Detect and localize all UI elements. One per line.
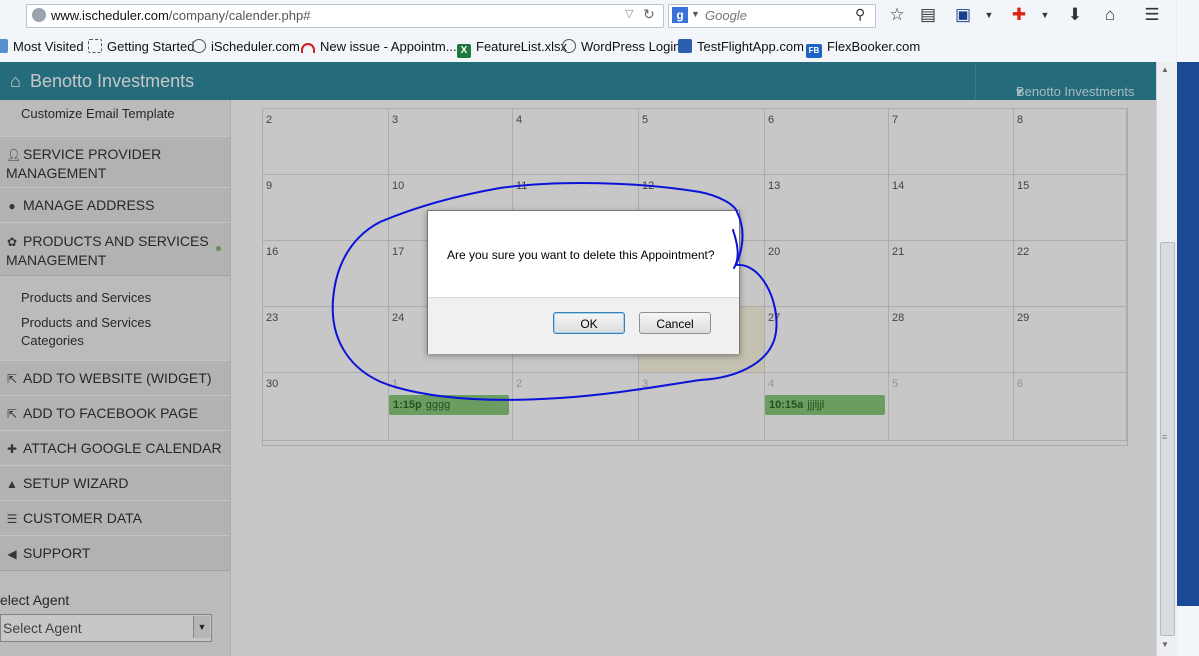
bookmark-label: New issue - Appointm...: [320, 39, 457, 54]
bookmark-label: WordPress Login: [581, 39, 681, 54]
bookmark-page-icon: [0, 39, 8, 53]
browser-toolbar: www.ischeduler.com/company/calender.php#…: [0, 0, 1176, 63]
cancel-button[interactable]: Cancel: [639, 312, 711, 334]
dialog-message: Are you sure you want to delete this App…: [447, 248, 715, 262]
ok-button[interactable]: OK: [553, 312, 625, 334]
page-scrollbar[interactable]: ▲ ≡ ▼: [1156, 62, 1177, 656]
bookmark-label: Getting Started: [107, 39, 195, 54]
url-history-dropdown-icon[interactable]: ▽: [625, 7, 633, 20]
menu-hamburger-icon[interactable]: ☰: [1141, 4, 1163, 26]
fb-icon: FB: [806, 44, 822, 58]
bookmarks-bar: Most Visited Getting Started iScheduler.…: [0, 36, 1176, 58]
bookmark-label: FeatureList.xlsx: [476, 39, 568, 54]
star-bookmark-icon[interactable]: ☆: [886, 4, 908, 26]
bookmark-featurelist[interactable]: X FeatureList.xlsx: [457, 39, 567, 58]
addon-dropdown-icon[interactable]: ▼: [1034, 4, 1056, 26]
bookmark-ischeduler[interactable]: iScheduler.com: [192, 39, 300, 54]
globe-icon: [32, 8, 46, 22]
bookmark-getting-started[interactable]: Getting Started: [88, 39, 194, 54]
bookmark-wordpress-login[interactable]: WordPress Login: [562, 39, 680, 54]
google-engine-icon[interactable]: g: [672, 7, 688, 23]
scroll-down-arrow-icon[interactable]: ▼: [1161, 640, 1169, 649]
address-url: www.ischeduler.com/company/calender.php#: [51, 8, 310, 23]
octopus-icon: [301, 43, 315, 53]
home-icon[interactable]: ⌂: [1099, 4, 1121, 26]
window-edge: [1177, 0, 1199, 656]
desktop-background: [1177, 62, 1199, 606]
save-disk-icon[interactable]: ▣: [952, 4, 974, 26]
engine-dropdown-icon[interactable]: ▼: [691, 9, 700, 19]
url-path: /company/calender.php#: [168, 8, 311, 23]
testflight-icon: [678, 39, 692, 53]
first-aid-icon[interactable]: ✚: [1008, 4, 1030, 26]
reload-icon[interactable]: ↻: [643, 6, 655, 23]
bookmark-testflight[interactable]: TestFlightApp.com: [678, 39, 804, 54]
bookmark-new-issue[interactable]: New issue - Appointm...: [301, 39, 457, 54]
blank-page-icon: [88, 39, 102, 53]
bookmark-label: FlexBooker.com: [827, 39, 921, 54]
url-domain: www.ischeduler.com: [51, 8, 169, 23]
modal-overlay: [0, 62, 1156, 656]
scrollbar-grip-icon: ≡: [1162, 432, 1168, 442]
search-icon[interactable]: ⚲: [855, 6, 865, 23]
clipboard-icon[interactable]: ▤: [917, 4, 939, 26]
clock-icon: [192, 39, 206, 53]
clock-icon: [562, 39, 576, 53]
save-dropdown-icon[interactable]: ▼: [978, 4, 1000, 26]
bookmark-label: iScheduler.com: [211, 39, 300, 54]
bookmark-flexbooker[interactable]: FB FlexBooker.com: [806, 39, 920, 58]
excel-icon: X: [457, 44, 471, 58]
bookmark-label: Most Visited: [13, 39, 84, 54]
dialog-footer: OK Cancel: [428, 297, 739, 354]
confirm-dialog: Are you sure you want to delete this App…: [427, 210, 740, 354]
bookmark-most-visited[interactable]: Most Visited: [0, 39, 84, 54]
download-arrow-icon[interactable]: ⬇: [1064, 4, 1086, 26]
address-bar[interactable]: www.ischeduler.com/company/calender.php#…: [26, 4, 664, 28]
search-placeholder: Google: [705, 8, 747, 23]
scroll-up-arrow-icon[interactable]: ▲: [1161, 65, 1169, 74]
search-bar[interactable]: g ▼ Google ⚲: [668, 4, 876, 28]
bookmark-label: TestFlightApp.com: [697, 39, 804, 54]
